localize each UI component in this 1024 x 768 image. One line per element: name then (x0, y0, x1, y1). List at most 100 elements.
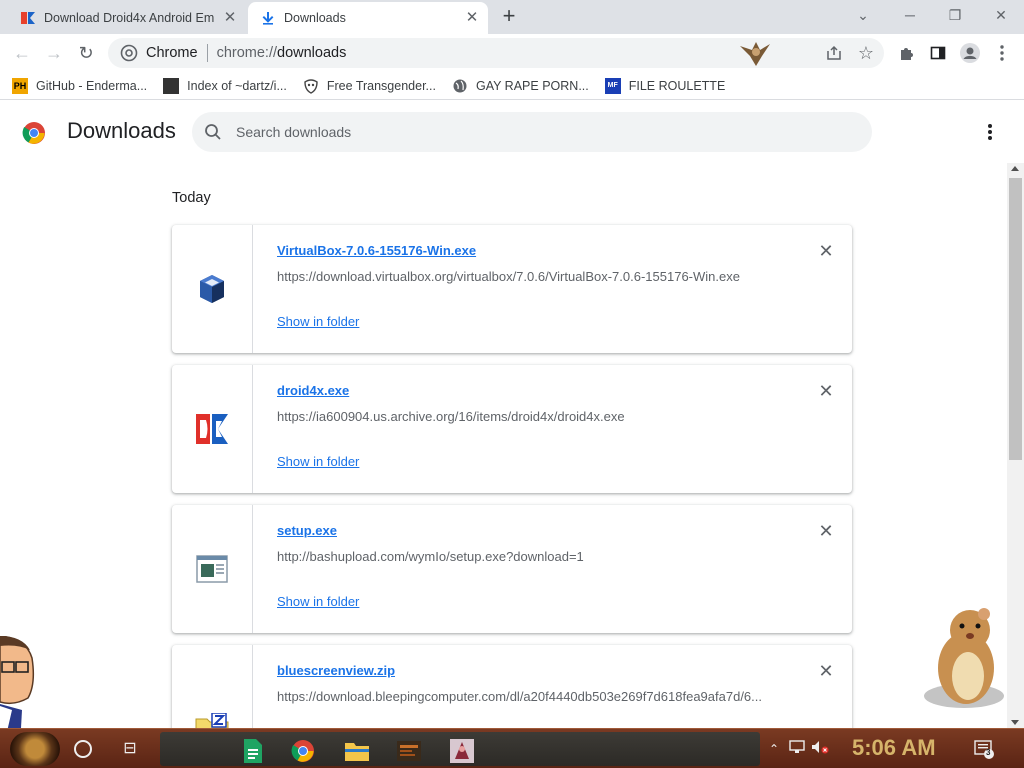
show-in-folder-link[interactable]: Show in folder (277, 594, 359, 609)
show-in-folder-link[interactable]: Show in folder (277, 314, 359, 329)
forward-button[interactable]: → (42, 41, 66, 65)
bookmark-label: FILE ROULETTE (628, 78, 726, 93)
game-app-icon[interactable] (450, 739, 474, 763)
share-icon[interactable] (824, 43, 844, 63)
chrome-site-icon (120, 44, 138, 62)
pixel-icon (163, 77, 180, 94)
file-icon-column (172, 505, 253, 633)
file-url[interactable]: http://bashupload.com/wymIo/setup.exe?do… (277, 549, 782, 564)
chrome-logo-icon (22, 122, 45, 144)
bookmark-label: GAY RAPE PORN... (475, 78, 589, 93)
scroll-up-icon[interactable] (1011, 166, 1019, 171)
bookmark-index-dartz[interactable]: Index of ~dartz/i... (163, 77, 287, 94)
bookmark-gay-rape[interactable]: GAY RAPE PORN... (452, 78, 589, 94)
remove-item-close-icon[interactable]: ✕ (818, 662, 834, 680)
bookmarks-bar: PH GitHub - Enderma... Index of ~dartz/i… (0, 72, 1024, 100)
show-in-folder-link[interactable]: Show in folder (277, 454, 359, 469)
back-button[interactable]: ← (10, 41, 34, 65)
tab-close-icon[interactable]: ✕ (222, 10, 238, 26)
download-item: setup.exe http://bashupload.com/wymIo/se… (172, 505, 852, 633)
file-name-link[interactable]: droid4x.exe (277, 383, 349, 398)
mask-icon (303, 78, 319, 94)
sheets-app-icon[interactable] (240, 739, 264, 763)
tray-arrow-icon[interactable]: ⌃ (764, 739, 784, 759)
file-name-link[interactable]: setup.exe (277, 523, 337, 538)
url-scheme: chrome:// (216, 45, 278, 61)
side-panel-icon[interactable] (928, 43, 948, 63)
restore-button[interactable]: ❐ (942, 4, 968, 28)
remove-item-close-icon[interactable]: ✕ (818, 522, 834, 540)
volume-muted-icon[interactable] (810, 739, 830, 759)
download-item: bluescreenview.zip https://download.blee… (172, 645, 852, 728)
extensions-icon[interactable] (896, 43, 916, 63)
url-text: chrome://downloads (217, 45, 347, 61)
installer-icon (196, 555, 228, 583)
file-icon-column (172, 365, 253, 493)
page-scrollbar[interactable] (1007, 163, 1024, 728)
downloads-page: Downloads Today VirtualBox-7.0.6-15517 (0, 101, 1024, 728)
bookmark-free-transgender[interactable]: Free Transgender... (303, 78, 436, 94)
reload-button[interactable]: ↻ (74, 41, 98, 65)
tab-strip: Download Droid4x Android Em ✕ Downloads … (0, 0, 1024, 34)
clock[interactable]: 5:06 AM (852, 735, 936, 761)
file-icon-column (172, 225, 253, 353)
bookmark-github[interactable]: PH GitHub - Enderma... (12, 77, 148, 94)
more-actions-icon[interactable] (980, 121, 1000, 143)
tab-title: Downloads (284, 11, 346, 25)
droid4x-icon (196, 414, 228, 444)
chrome-menu-icon[interactable] (992, 43, 1012, 63)
remove-item-close-icon[interactable]: ✕ (818, 242, 834, 260)
taskbar: ⊟ ⌃ 5:06 AM 3 (0, 728, 1024, 768)
omnibox-separator (206, 44, 208, 62)
zip-icon (195, 713, 229, 728)
page-title: Downloads (67, 118, 176, 143)
bookmark-star-icon[interactable]: ☆ (856, 43, 876, 63)
scrollbar-thumb[interactable] (1009, 178, 1022, 460)
tab-downloads[interactable]: Downloads ✕ (248, 2, 488, 34)
minimize-button[interactable]: ─ (897, 4, 923, 28)
pinned-apps (160, 732, 760, 766)
notification-center-icon[interactable]: 3 (974, 739, 994, 759)
cartoon-man-icon (0, 636, 35, 728)
bookmark-label: GitHub - Enderma... (36, 78, 148, 93)
ph-icon: PH (12, 77, 28, 94)
close-window-button[interactable]: ✕ (988, 4, 1014, 28)
virtualbox-icon (200, 275, 224, 303)
tab-close-icon[interactable]: ✕ (464, 10, 480, 26)
scroll-down-icon[interactable] (1011, 720, 1019, 725)
start-button[interactable] (10, 732, 60, 766)
tab-title: Download Droid4x Android Em (44, 11, 215, 25)
search-input[interactable] (236, 124, 816, 140)
file-url[interactable]: https://ia600904.us.archive.org/16/items… (277, 409, 782, 424)
file-url[interactable]: https://download.virtualbox.org/virtualb… (277, 269, 782, 284)
droid4x-favicon-icon (21, 12, 35, 24)
bookmark-file-roulette[interactable]: MF FILE ROULETTE (604, 77, 726, 94)
globe-icon (452, 78, 468, 94)
tab-search-icon[interactable]: ⌄ (850, 4, 876, 28)
search-icon (205, 124, 221, 140)
downloads-header: Downloads (0, 101, 1024, 163)
chrome-app-icon[interactable] (291, 739, 315, 763)
media-app-icon[interactable] (397, 739, 421, 763)
profile-avatar-icon[interactable] (960, 43, 980, 63)
file-name-link[interactable]: VirtualBox-7.0.6-155176-Win.exe (277, 243, 476, 258)
toolbar: ← → ↻ Chrome chrome://downloads ☆ (0, 34, 1024, 72)
download-item: VirtualBox-7.0.6-155176-Win.exe https://… (172, 225, 852, 353)
eagle-cursor-icon (740, 42, 770, 66)
cortana-icon[interactable] (74, 740, 92, 758)
network-icon[interactable] (787, 739, 807, 759)
date-section-label: Today (172, 190, 211, 206)
file-url[interactable]: https://download.bleepingcomputer.com/dl… (277, 689, 782, 704)
file-explorer-icon[interactable] (345, 739, 369, 763)
search-bar[interactable] (192, 112, 872, 152)
task-view-icon[interactable]: ⊟ (120, 739, 140, 759)
bookmark-label: Index of ~dartz/i... (187, 78, 287, 93)
file-name-link[interactable]: bluescreenview.zip (277, 663, 395, 678)
hamster-mascot-icon (924, 608, 1004, 708)
bookmark-label: Free Transgender... (326, 78, 436, 93)
tab-droid4x[interactable]: Download Droid4x Android Em ✕ (8, 2, 246, 34)
mf-icon: MF (604, 77, 621, 94)
new-tab-button[interactable]: + (498, 5, 520, 27)
notification-count: 3 (986, 748, 991, 757)
remove-item-close-icon[interactable]: ✕ (818, 382, 834, 400)
